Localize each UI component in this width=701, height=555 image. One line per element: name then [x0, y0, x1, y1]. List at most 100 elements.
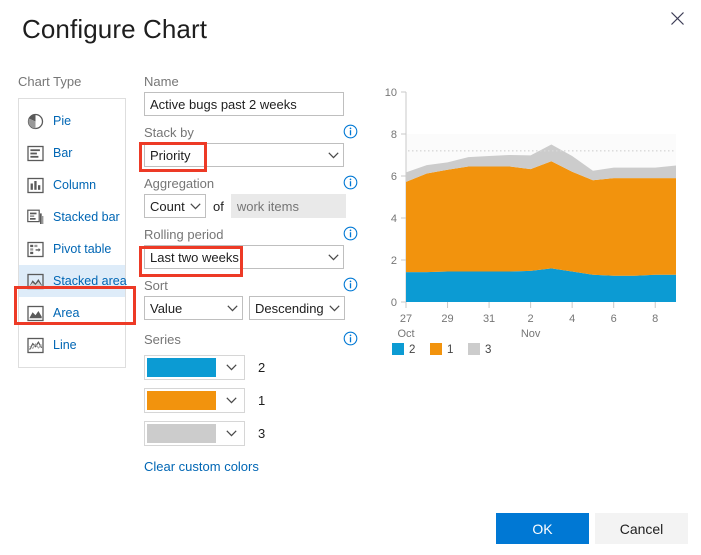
series-label: Series	[144, 332, 181, 347]
cancel-button[interactable]: Cancel	[595, 513, 688, 544]
series-color-picker[interactable]	[144, 355, 245, 380]
stack-by-select[interactable]: Priority	[144, 143, 344, 167]
clear-custom-colors-link[interactable]: Clear custom colors	[144, 459, 259, 474]
stacked-area-chart-icon	[27, 273, 44, 290]
name-input[interactable]	[144, 92, 344, 116]
chart-type-item-line[interactable]: Line	[19, 329, 125, 361]
chart-type-label: Pivot table	[53, 242, 112, 256]
series-row: 1	[144, 388, 346, 413]
bar-chart-icon	[27, 145, 44, 162]
series-color-swatch	[147, 391, 216, 410]
aggregation-function-select[interactable]: Count	[144, 194, 206, 218]
svg-text:8: 8	[391, 129, 397, 141]
chart-type-section-label: Chart Type	[18, 74, 82, 89]
series-row: 3	[144, 421, 346, 446]
aggregation-function-value: Count	[150, 198, 185, 214]
close-button[interactable]	[659, 2, 695, 34]
svg-text:1: 1	[447, 344, 453, 356]
chart-type-label: Pie	[53, 114, 72, 128]
svg-text:8: 8	[652, 313, 658, 325]
chevron-down-icon	[185, 202, 205, 210]
stack-by-label: Stack by	[144, 125, 194, 140]
sort-by-value: Value	[150, 300, 183, 316]
chevron-down-icon	[218, 389, 244, 412]
chevron-down-icon	[324, 304, 344, 312]
rolling-period-value: Last two weeks	[150, 249, 239, 265]
chevron-down-icon	[218, 356, 244, 379]
name-field-group: Name	[144, 74, 346, 116]
chevron-down-icon	[218, 422, 244, 445]
svg-text:2: 2	[391, 255, 397, 267]
chart-type-item-stacked-area[interactable]: Stacked area	[19, 265, 127, 297]
series-color-swatch	[147, 424, 216, 443]
pie-chart-icon	[27, 113, 44, 130]
stack-by-value: Priority	[150, 147, 191, 163]
sort-field-group: Sort Value Descending	[144, 277, 358, 320]
chevron-down-icon	[323, 151, 343, 159]
chart-type-label: Column	[53, 178, 97, 192]
sort-by-select[interactable]: Value	[144, 296, 243, 320]
stacked-bar-chart-icon	[27, 209, 44, 226]
ok-button[interactable]: OK	[496, 513, 589, 544]
series-name: 1	[258, 393, 266, 408]
sort-label: Sort	[144, 278, 168, 293]
series-row: 2	[144, 355, 346, 380]
svg-text:2: 2	[409, 344, 415, 356]
close-icon	[670, 11, 684, 25]
svg-text:4: 4	[391, 213, 397, 225]
chart-type-item-area[interactable]: Area	[19, 297, 125, 329]
chart-type-item-pie[interactable]: Pie	[19, 105, 125, 137]
info-icon[interactable]	[343, 277, 358, 292]
aggregation-field-input	[230, 194, 346, 218]
column-chart-icon	[27, 177, 44, 194]
svg-text:2: 2	[528, 313, 534, 325]
chart-preview: 0 2 4 6 8 10 27 29 31 2 4 6 8 Oct Nov 2 1 3	[374, 74, 686, 364]
info-icon[interactable]	[343, 175, 358, 190]
chart-type-label: Area	[53, 306, 80, 320]
svg-text:4: 4	[569, 313, 575, 325]
series-name: 2	[258, 360, 266, 375]
chart-type-item-bar[interactable]: Bar	[19, 137, 125, 169]
chart-type-label: Stacked bar	[53, 210, 120, 224]
svg-text:29: 29	[441, 313, 453, 325]
sort-direction-select[interactable]: Descending	[249, 296, 345, 320]
chart-type-label: Line	[53, 338, 77, 352]
svg-text:6: 6	[611, 313, 617, 325]
series-color-swatch	[147, 358, 216, 377]
series-field-group: Series 2 1 3 Clear custom colors	[144, 331, 358, 476]
stack-by-field-group: Stack by Priority	[144, 124, 358, 167]
chart-type-label: Bar	[53, 146, 73, 160]
pivot-table-icon	[27, 241, 44, 258]
svg-text:27: 27	[400, 313, 412, 325]
aggregation-field-group: Aggregation Count of	[144, 175, 358, 218]
chevron-down-icon	[323, 253, 343, 261]
area-chart-icon	[27, 305, 44, 322]
svg-text:Oct: Oct	[397, 328, 414, 340]
svg-text:Nov: Nov	[521, 328, 541, 340]
chart-type-item-pivot-table[interactable]: Pivot table	[19, 233, 125, 265]
series-color-picker[interactable]	[144, 421, 245, 446]
chart-type-item-column[interactable]: Column	[19, 169, 125, 201]
info-icon[interactable]	[343, 124, 358, 139]
svg-text:6: 6	[391, 171, 397, 183]
aggregation-label: Aggregation	[144, 176, 215, 191]
series-color-picker[interactable]	[144, 388, 245, 413]
svg-text:0: 0	[391, 297, 397, 309]
rolling-period-field-group: Rolling period Last two weeks	[144, 226, 358, 269]
svg-text:3: 3	[485, 344, 491, 356]
info-icon[interactable]	[343, 226, 358, 241]
chart-type-item-stacked-bar[interactable]: Stacked bar	[19, 201, 125, 233]
sort-direction-value: Descending	[255, 300, 324, 316]
aggregation-of-label: of	[213, 198, 224, 214]
stacked-area-chart: 0 2 4 6 8 10 27 29 31 2 4 6 8 Oct Nov 2 1 3	[385, 87, 676, 356]
chart-type-list: Pie Bar Column Stacked bar Pivot table S…	[18, 98, 127, 368]
rolling-period-label: Rolling period	[144, 227, 224, 242]
chevron-down-icon	[222, 304, 242, 312]
svg-text:31: 31	[483, 313, 495, 325]
page-title: Configure Chart	[22, 14, 208, 44]
series-name: 3	[258, 426, 266, 441]
chart-type-label: Stacked area	[53, 274, 127, 288]
info-icon[interactable]	[343, 331, 358, 346]
rolling-period-select[interactable]: Last two weeks	[144, 245, 344, 269]
name-label: Name	[144, 74, 179, 89]
